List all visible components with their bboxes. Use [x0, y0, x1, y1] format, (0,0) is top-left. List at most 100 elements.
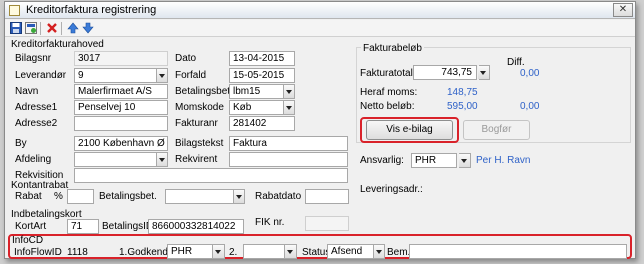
betalingsid-label: BetalingsID [102, 221, 154, 232]
leveringsadr-label: Leveringsadr.: [360, 184, 423, 195]
infoflowid-label: InfoFlowID [14, 247, 62, 258]
fik-nr-label: FIK nr. [255, 217, 285, 228]
chevron-down-icon[interactable] [156, 153, 167, 166]
fik-nr-field [305, 216, 349, 231]
by-label: By [15, 138, 27, 149]
toolbar [5, 20, 635, 37]
godkender2-select[interactable] [243, 244, 285, 259]
dato-field[interactable]: 13-04-2015 [229, 51, 295, 66]
app-icon [9, 5, 20, 16]
diff-total-value: 0,00 [520, 68, 540, 79]
arrow-up-icon[interactable] [66, 22, 79, 35]
betalingsbet-label: Betalingsbet. [175, 86, 233, 97]
adresse2-field[interactable] [74, 116, 168, 131]
rekvirent-label: Rekvirent [175, 154, 218, 165]
ansvarlig-dropdown[interactable] [459, 153, 471, 168]
ansvarlig-select[interactable]: PHR [411, 153, 457, 168]
bilagstekst-field[interactable]: Faktura [229, 136, 348, 151]
chevron-down-icon[interactable] [285, 245, 296, 258]
fakturatotal-dropdown[interactable] [478, 65, 490, 80]
toolbar-separator [40, 22, 41, 35]
rekvisition-field[interactable] [74, 168, 348, 183]
bilagstekst-label: Bilagstekst [175, 138, 224, 149]
chevron-down-icon[interactable] [478, 66, 489, 79]
toolbar-separator [61, 22, 62, 35]
kortart-field[interactable]: 71 [67, 219, 99, 234]
adresse1-label: Adresse1 [15, 102, 58, 113]
godkender1-value: PHR [171, 246, 193, 257]
netto-belob-value: 595,00 [447, 101, 478, 112]
ansvarlig-label: Ansvarlig: [360, 155, 404, 166]
afdeling-label: Afdeling [15, 154, 52, 165]
netto-belob-label: Netto beløb: [360, 101, 415, 112]
window-title: Kreditorfaktura registrering [26, 4, 157, 16]
status-select[interactable]: Afsend [327, 244, 385, 259]
chevron-down-icon[interactable] [459, 154, 470, 167]
leverandor-value: 9 [78, 70, 84, 81]
forfald-field[interactable]: 15-05-2015 [229, 68, 295, 83]
diff-label: Diff. [507, 57, 525, 68]
fakturanr-label: Fakturanr [175, 118, 218, 129]
kontantrabat-title: Kontantrabat [11, 180, 69, 191]
chevron-down-icon[interactable] [283, 101, 294, 114]
fakturatotal-field[interactable]: 743,75 [413, 65, 477, 80]
navn-field[interactable]: Malerfirmaet A/S [74, 84, 168, 99]
godkender2-dropdown[interactable] [285, 244, 297, 259]
momskode-value: Køb [233, 102, 252, 113]
invoice-window: Kreditorfaktura registrering ✕ Kreditorf… [4, 1, 636, 259]
screenshot-frame: Kreditorfaktura registrering ✕ Kreditorf… [0, 0, 644, 264]
rabatdato-field[interactable] [305, 189, 349, 204]
betalingsbet2-label: Betalingsbet. [99, 191, 157, 202]
rabat-label: Rabat [15, 191, 42, 202]
momskode-select[interactable]: Køb [229, 100, 295, 115]
save-new-icon[interactable] [24, 22, 37, 35]
chevron-down-icon[interactable] [283, 85, 294, 98]
betalingsbet2-select[interactable] [165, 189, 245, 204]
vis-ebilag-button[interactable]: Vis e-bilag [366, 120, 453, 140]
amount-section-title: Fakturabeløb [361, 43, 424, 54]
infoflowid-value: 1118 [67, 247, 88, 258]
chevron-down-icon[interactable] [156, 69, 167, 82]
afdeling-select[interactable] [74, 152, 168, 167]
godkender1-dropdown[interactable] [213, 244, 225, 259]
save-icon[interactable] [9, 22, 22, 35]
arrow-down-icon[interactable] [81, 22, 94, 35]
status-value: Afsend [331, 246, 363, 257]
adresse2-label: Adresse2 [15, 118, 58, 129]
infocd-title: InfoCD [12, 235, 44, 246]
chevron-down-icon[interactable] [233, 190, 244, 203]
chevron-down-icon[interactable] [373, 245, 384, 258]
ansvarlig-value: PHR [415, 155, 437, 166]
chevron-down-icon[interactable] [213, 245, 224, 258]
navn-label: Navn [15, 86, 39, 97]
forfald-label: Forfald [175, 70, 207, 81]
section-header-title: Kreditorfakturahoved [11, 39, 104, 50]
bilagsnr-label: Bilagsnr [15, 53, 52, 64]
percent-label: % [54, 191, 63, 202]
godkender1-select[interactable]: PHR [167, 244, 213, 259]
kortart-value: 71 [71, 221, 83, 232]
rabat-percent-field[interactable] [67, 189, 94, 204]
kortart-label: KortArt [15, 221, 47, 232]
by-field[interactable]: 2100 København Ø [74, 136, 168, 151]
godkender2-label: 2. [229, 247, 238, 258]
heraf-moms-label: Heraf moms: [360, 87, 418, 98]
close-button[interactable]: ✕ [613, 3, 633, 17]
bogfor-button[interactable]: Bogfør [463, 120, 530, 140]
betalingsbet-value: lbm15 [233, 86, 261, 97]
adresse1-field[interactable]: Penselvej 10 [74, 100, 168, 115]
fakturatotal-label: Fakturatotal: [360, 68, 416, 79]
betalingsid-field[interactable]: 866000332814022 [148, 219, 244, 234]
betalingsbet-select[interactable]: lbm15 [229, 84, 295, 99]
title-bar: Kreditorfaktura registrering ✕ [5, 2, 635, 19]
fakturanr-field[interactable]: 281402 [229, 116, 295, 131]
delete-icon[interactable] [45, 22, 58, 35]
diff-netto-value: 0,00 [520, 101, 540, 112]
bem-field[interactable] [409, 244, 627, 259]
heraf-moms-value: 148,75 [447, 87, 478, 98]
rekvirent-field[interactable] [229, 152, 348, 167]
bilagsnr-field: 3017 [74, 51, 168, 66]
bem-label: Bem. [387, 247, 411, 258]
leverandor-select[interactable]: 9 [74, 68, 168, 83]
dato-label: Dato [175, 53, 197, 64]
